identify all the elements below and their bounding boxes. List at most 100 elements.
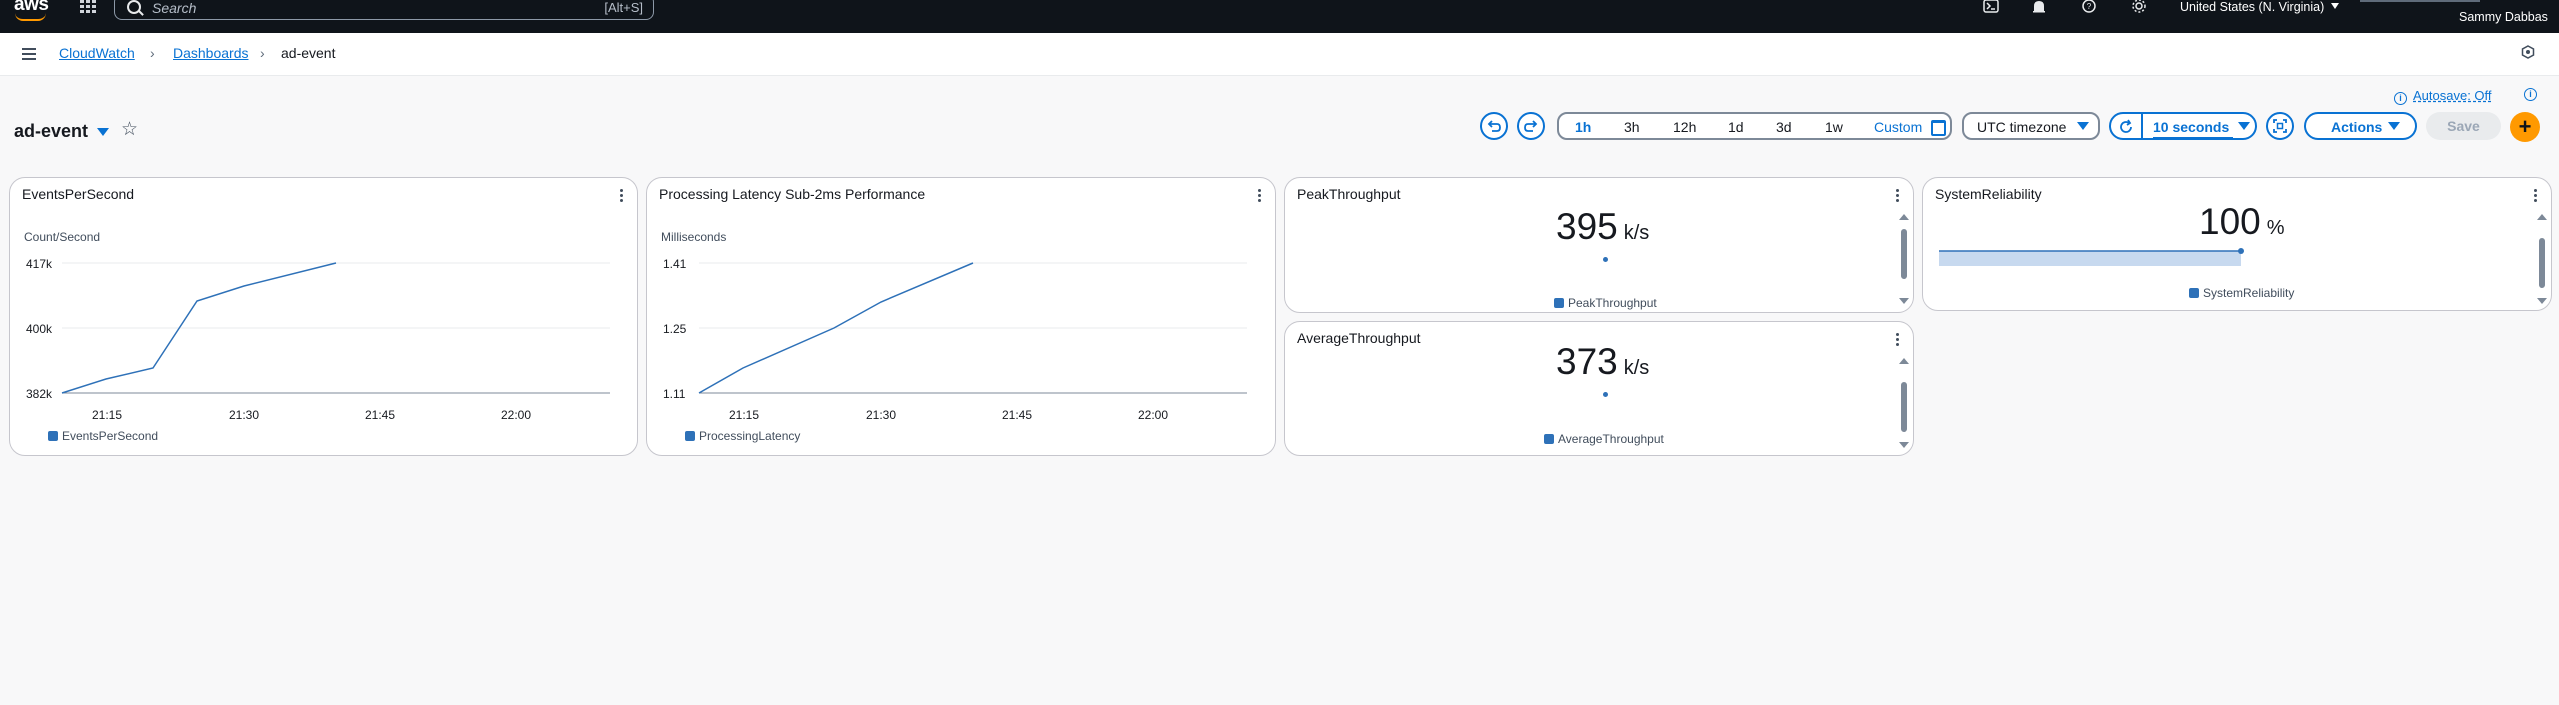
range-3h[interactable]: 3h [1624, 119, 1640, 135]
refresh-divider [2141, 114, 2143, 138]
chevron-down-icon[interactable] [2238, 122, 2250, 130]
menu-icon[interactable] [22, 48, 36, 60]
legend-label: EventsPerSecond [62, 429, 159, 443]
scroll-down-icon[interactable] [2537, 298, 2547, 304]
metric-value: 373 k/s [1556, 341, 1649, 383]
scroll-thumb[interactable] [1901, 229, 1907, 279]
widget-scrollbar[interactable] [1899, 358, 1909, 451]
sparkline-dot [1603, 257, 1608, 262]
widget-events-per-second[interactable]: EventsPerSecond Count/Second 417k 400k 3… [9, 177, 638, 456]
breadcrumb-separator-icon: › [260, 45, 265, 61]
metric-unit: k/s [1623, 357, 1650, 379]
metric-number: 100 [2199, 201, 2261, 242]
metric-number: 395 [1556, 206, 1618, 247]
settings-gear-icon[interactable] [2131, 0, 2147, 14]
line-chart [61, 262, 610, 394]
widget-average-throughput[interactable]: AverageThroughput 373 k/s AverageThroughp… [1284, 321, 1914, 456]
search-input[interactable]: Search [Alt+S] [114, 0, 654, 20]
reliability-area-sparkline [1939, 248, 2244, 266]
widget-scrollbar[interactable] [2537, 214, 2547, 306]
widget-menu-icon[interactable] [1896, 189, 1900, 204]
hexagon-settings-icon[interactable] [2521, 45, 2535, 59]
breadcrumb-cloudwatch[interactable]: CloudWatch [59, 45, 135, 61]
breadcrumb-current: ad-event [281, 45, 336, 61]
add-widget-button[interactable]: + [2510, 112, 2540, 142]
actions-label: Actions [2331, 119, 2383, 135]
widget-menu-icon[interactable] [1896, 333, 1900, 348]
scroll-up-icon[interactable] [1899, 358, 1909, 364]
services-grid-icon[interactable] [80, 0, 100, 14]
info-icon: i [2394, 92, 2407, 105]
area-fill [1939, 251, 2241, 266]
fullscreen-button[interactable] [2266, 112, 2294, 140]
widget-scrollbar[interactable] [1899, 214, 1909, 308]
search-icon [127, 0, 141, 14]
search-placeholder: Search [152, 0, 197, 16]
info-icon[interactable]: i [2524, 88, 2537, 101]
calendar-icon[interactable] [1931, 120, 1946, 136]
range-12h[interactable]: 12h [1673, 119, 1696, 135]
timezone-dropdown[interactable]: UTC timezone [1962, 112, 2100, 140]
fullscreen-icon [2273, 119, 2287, 133]
sparkline-dot [1603, 392, 1608, 397]
scroll-down-icon[interactable] [1899, 298, 1909, 304]
range-1d[interactable]: 1d [1728, 119, 1744, 135]
actions-dropdown[interactable]: Actions [2304, 112, 2417, 140]
user-menu[interactable]: Sammy Dabbas [2459, 10, 2548, 24]
region-selector[interactable]: United States (N. Virginia) [2180, 0, 2340, 14]
range-1h[interactable]: 1h [1575, 119, 1591, 135]
top-navigation: aws Search [Alt+S] ? United States (N. V… [0, 0, 2559, 33]
legend-item[interactable]: PeakThroughput [1554, 296, 1657, 310]
scroll-thumb[interactable] [1901, 382, 1907, 432]
metric-value: 395 k/s [1556, 206, 1649, 248]
range-3d[interactable]: 3d [1776, 119, 1792, 135]
refresh-focus-underline [2153, 137, 2233, 139]
legend-item[interactable]: EventsPerSecond [48, 429, 158, 443]
autosave-label: Autosave: Off [2413, 88, 2492, 103]
breadcrumb-dashboards[interactable]: Dashboards [173, 45, 249, 61]
legend-swatch [685, 431, 695, 441]
widget-peak-throughput[interactable]: PeakThroughput 395 k/s PeakThroughput [1284, 177, 1914, 313]
page-title: ad-event [14, 121, 89, 141]
scroll-thumb[interactable] [2539, 238, 2545, 288]
redo-button[interactable] [1517, 112, 1545, 140]
account-highlight [2360, 0, 2480, 2]
autosave-toggle[interactable]: i Autosave: Off [2394, 88, 2492, 105]
range-1w[interactable]: 1w [1825, 119, 1843, 135]
legend-label: AverageThroughput [1558, 432, 1664, 446]
range-custom[interactable]: Custom [1874, 119, 1922, 135]
refresh-interval-dropdown[interactable]: 10 seconds [2153, 119, 2229, 135]
metric-unit: % [2266, 217, 2285, 239]
widget-title: PeakThroughput [1297, 186, 1401, 202]
cloudshell-icon[interactable] [1983, 0, 1999, 14]
metric-value: 100% [2199, 201, 2285, 243]
time-range-selector: 1h 3h 12h 1d 3d 1w Custom [1557, 112, 1952, 140]
breadcrumb-bar: CloudWatch › Dashboards › ad-event [0, 33, 2559, 76]
bell-icon[interactable] [2031, 0, 2047, 14]
dashboard-switcher-chevron-icon[interactable] [97, 128, 109, 136]
help-icon[interactable]: ? [2081, 0, 2097, 14]
undo-button[interactable] [1480, 112, 1508, 140]
scroll-up-icon[interactable] [2537, 214, 2547, 220]
chevron-down-icon [2388, 122, 2400, 130]
widget-processing-latency[interactable]: Processing Latency Sub-2ms Performance M… [646, 177, 1276, 456]
region-label: United States (N. Virginia) [2180, 0, 2325, 14]
refresh-control: 10 seconds [2109, 112, 2257, 140]
widget-title: AverageThroughput [1297, 330, 1421, 346]
scroll-down-icon[interactable] [1899, 442, 1909, 448]
legend-label: ProcessingLatency [699, 429, 801, 443]
save-button[interactable]: Save [2426, 112, 2501, 140]
legend-item[interactable]: SystemReliability [2189, 286, 2294, 300]
refresh-icon[interactable] [2118, 119, 2134, 135]
legend-swatch [2189, 288, 2199, 298]
widget-menu-icon[interactable] [2534, 189, 2538, 204]
favorite-star-icon[interactable]: ☆ [121, 118, 138, 141]
legend-item[interactable]: AverageThroughput [1544, 432, 1664, 446]
legend-item[interactable]: ProcessingLatency [685, 429, 800, 443]
redo-icon [1524, 120, 1538, 132]
widget-system-reliability[interactable]: SystemReliability 100% SystemReliability [1922, 177, 2552, 311]
chevron-down-icon [2077, 122, 2089, 130]
metric-number: 373 [1556, 341, 1618, 382]
breadcrumb-separator-icon: › [150, 45, 155, 61]
scroll-up-icon[interactable] [1899, 214, 1909, 220]
